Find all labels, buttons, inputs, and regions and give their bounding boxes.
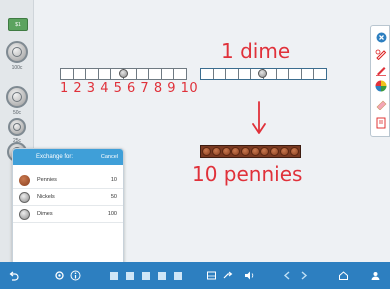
penny-coin[interactable] <box>270 147 280 156</box>
exchange-option-pennies[interactable]: Pennies 10 <box>13 172 123 189</box>
view-2-icon[interactable] <box>124 270 135 281</box>
penny-coin[interactable] <box>279 147 289 156</box>
view-5-icon[interactable] <box>172 270 183 281</box>
arrow-down-drawing <box>252 101 266 134</box>
exchange-option-nickels[interactable]: Nickels 50 <box>13 189 123 206</box>
penny-coin[interactable] <box>241 147 251 156</box>
tray-icon[interactable] <box>206 270 217 281</box>
penny-coin[interactable] <box>231 147 241 156</box>
dime-icon <box>8 118 26 136</box>
penny-coin[interactable] <box>221 147 231 156</box>
rail-coin-half-dollar[interactable]: 100c <box>5 41 29 71</box>
penny-coin[interactable] <box>289 147 299 156</box>
eraser-icon[interactable] <box>375 98 387 110</box>
handwritten-dime-label: 1 dime <box>221 39 291 63</box>
penny-ten-frame[interactable] <box>200 145 301 158</box>
bill-label: $1 <box>15 21 21 28</box>
penny-coin[interactable] <box>250 147 260 156</box>
rail-coin-label: 100c <box>11 65 23 71</box>
view-4-icon[interactable] <box>156 270 167 281</box>
share-icon[interactable] <box>222 270 233 281</box>
dollar-bill[interactable]: $1 <box>8 18 28 31</box>
exchange-option-value: 10 <box>110 177 117 183</box>
pen-icon[interactable] <box>375 48 387 60</box>
dime-coin[interactable] <box>258 69 267 78</box>
note-icon[interactable] <box>375 117 387 129</box>
handwritten-pennies-label: 10 pennies <box>192 162 303 186</box>
forward-icon[interactable] <box>298 270 309 281</box>
penny-coin[interactable] <box>260 147 270 156</box>
rail-coin-quarter[interactable]: 50c <box>5 86 29 116</box>
penny-coin[interactable] <box>202 147 212 156</box>
penny-coin[interactable] <box>212 147 222 156</box>
popup-title: Exchange for: <box>36 154 74 160</box>
dime-coin[interactable] <box>119 69 128 78</box>
handwritten-numbers: 1 2 3 4 5 6 7 8 9 10 <box>60 81 199 96</box>
half-dollar-icon <box>6 41 28 63</box>
sound-icon[interactable] <box>244 270 255 281</box>
penny-icon <box>19 174 30 186</box>
exchange-option-value: 100 <box>107 211 117 217</box>
exchange-popup: Exchange for: Cancel Pennies 10 Nickels … <box>12 148 124 276</box>
rail-coin-dime[interactable]: 25c <box>5 118 29 144</box>
rail-coin-label: 50c <box>12 110 22 116</box>
drawing-palette <box>370 25 390 137</box>
exchange-option-name: Nickels <box>37 194 55 200</box>
info-icon[interactable] <box>70 270 81 281</box>
home-icon[interactable] <box>338 270 349 281</box>
cancel-button[interactable]: Cancel <box>101 154 118 160</box>
close-icon[interactable] <box>375 31 387 43</box>
exchange-option-value: 50 <box>110 194 117 200</box>
account-icon[interactable] <box>370 270 381 281</box>
view-3-icon[interactable] <box>140 270 151 281</box>
back-icon[interactable] <box>282 270 293 281</box>
settings-icon[interactable] <box>54 270 65 281</box>
popup-header: Exchange for: Cancel <box>13 149 123 165</box>
quarter-icon <box>6 86 28 108</box>
exchange-option-dimes[interactable]: Dimes 100 <box>13 206 123 223</box>
exchange-option-name: Pennies <box>37 177 57 183</box>
color-wheel-icon[interactable] <box>375 80 387 92</box>
red-pen-icon[interactable] <box>375 64 387 76</box>
exchange-option-name: Dimes <box>37 211 53 217</box>
view-1-icon[interactable] <box>108 270 119 281</box>
nickel-icon <box>19 191 30 203</box>
bottom-toolbar <box>0 262 390 289</box>
undo-icon[interactable] <box>8 270 19 281</box>
dime-icon <box>19 208 30 220</box>
